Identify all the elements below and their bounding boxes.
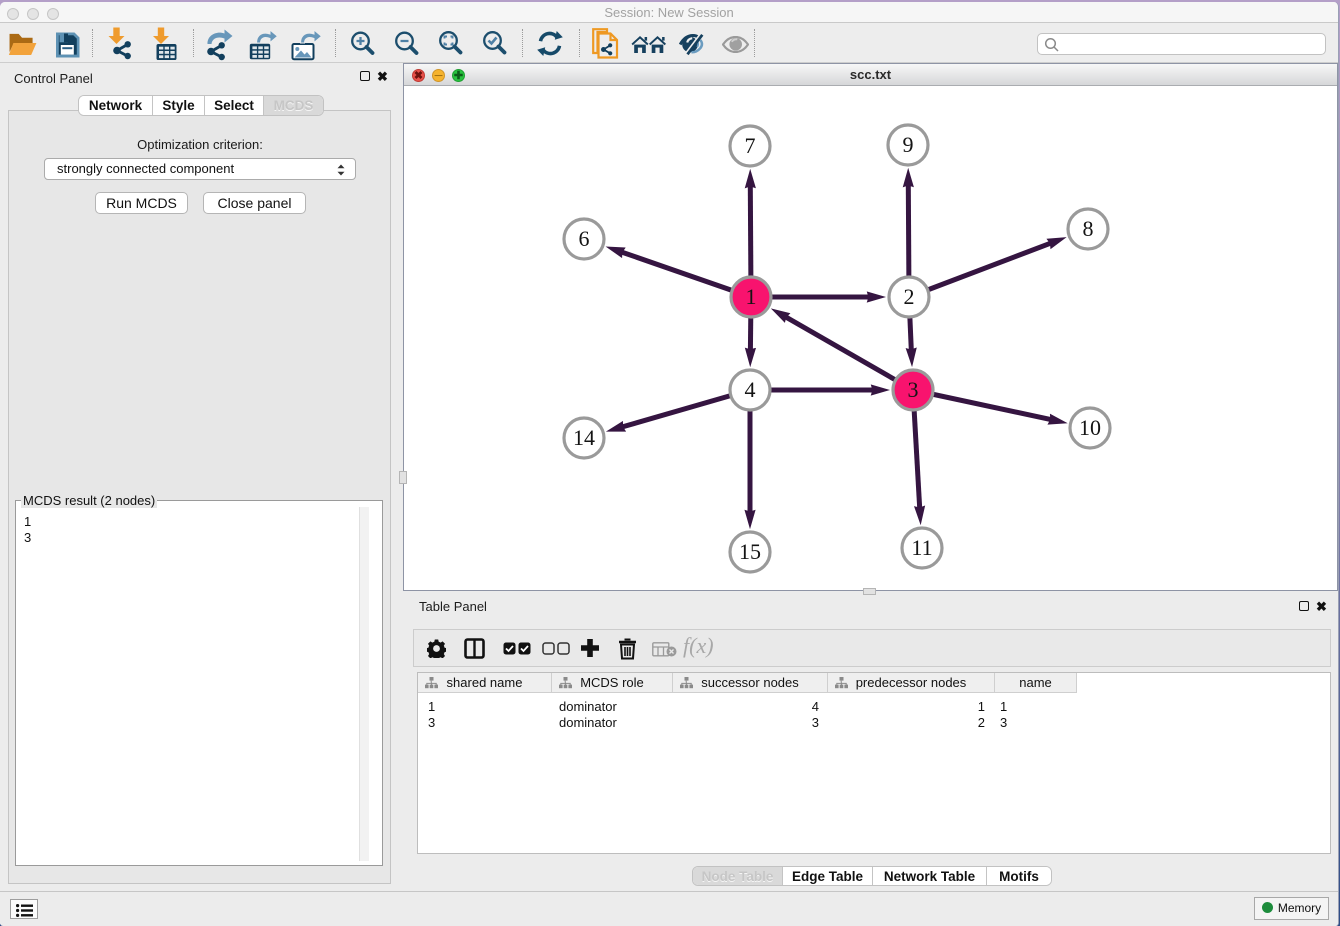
svg-text:14: 14 (573, 425, 595, 450)
svg-text:3: 3 (908, 377, 919, 402)
svg-text:10: 10 (1079, 415, 1101, 440)
svg-text:11: 11 (911, 535, 932, 560)
svg-text:4: 4 (745, 377, 756, 402)
svg-text:6: 6 (579, 226, 590, 251)
svg-text:1: 1 (746, 284, 757, 309)
svg-text:15: 15 (739, 539, 761, 564)
svg-text:8: 8 (1083, 216, 1094, 241)
svg-text:2: 2 (904, 284, 915, 309)
svg-text:9: 9 (903, 132, 914, 157)
svg-text:7: 7 (745, 133, 756, 158)
